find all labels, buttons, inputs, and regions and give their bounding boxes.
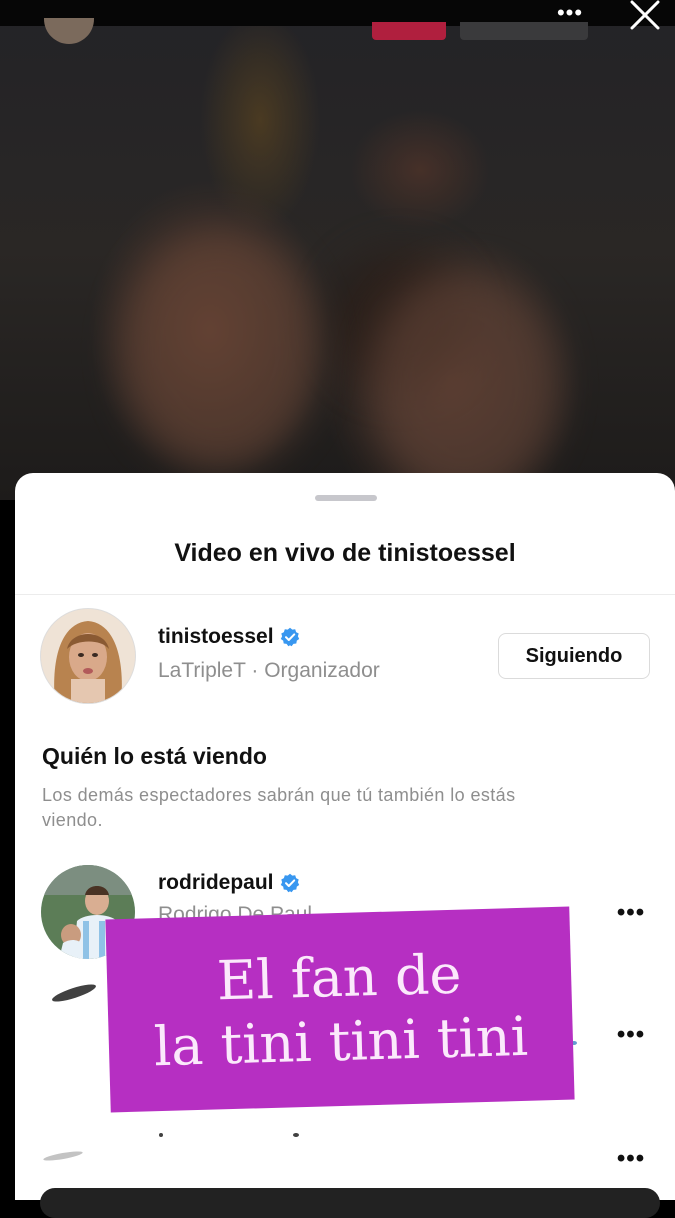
viewer-username[interactable]: rodridepaul bbox=[158, 871, 274, 895]
verified-badge-icon bbox=[280, 627, 299, 647]
verified-badge-icon bbox=[280, 873, 299, 893]
sheet-title: Video en vivo de tinistoessel bbox=[174, 539, 516, 567]
video-blur-face-right bbox=[370, 270, 560, 500]
sheet-drag-handle[interactable] bbox=[315, 495, 377, 501]
viewer-more-icon[interactable]: ••• bbox=[614, 1147, 648, 1171]
live-badge bbox=[372, 22, 446, 40]
host-username-row[interactable]: tinistoessel bbox=[158, 625, 300, 649]
close-icon[interactable] bbox=[624, 0, 664, 30]
censored-avatar-mark bbox=[50, 981, 98, 1005]
divider bbox=[15, 594, 675, 595]
viewers-section-title: Quién lo está viendo bbox=[42, 743, 267, 769]
host-subtitle: LaTripleT · Organizador bbox=[158, 659, 380, 682]
viewer-more-icon[interactable]: ••• bbox=[614, 1023, 648, 1047]
comment-bar[interactable] bbox=[40, 1188, 660, 1218]
sticker-line-2: la tini tini tini bbox=[153, 1004, 529, 1078]
censored-mark bbox=[293, 1133, 299, 1137]
more-options-icon[interactable]: ••• bbox=[552, 2, 588, 24]
viewer-more-icon[interactable]: ••• bbox=[614, 901, 648, 925]
caption-sticker: El fan de la tini tini tini bbox=[105, 906, 575, 1113]
live-video bbox=[0, 0, 675, 500]
viewer-username-row[interactable]: rodridepaul bbox=[158, 871, 300, 895]
host-username[interactable]: tinistoessel bbox=[158, 625, 274, 649]
sticker-line-1: El fan de bbox=[215, 942, 463, 1012]
viewers-section-description: Los demás espectadores sabrán que tú tam… bbox=[42, 785, 516, 830]
host-avatar[interactable] bbox=[41, 609, 135, 703]
censored-mark bbox=[159, 1133, 163, 1137]
video-blur-face-left bbox=[120, 230, 320, 470]
censored-avatar-mark bbox=[42, 1149, 84, 1163]
following-button[interactable]: Siguiendo bbox=[498, 633, 650, 679]
